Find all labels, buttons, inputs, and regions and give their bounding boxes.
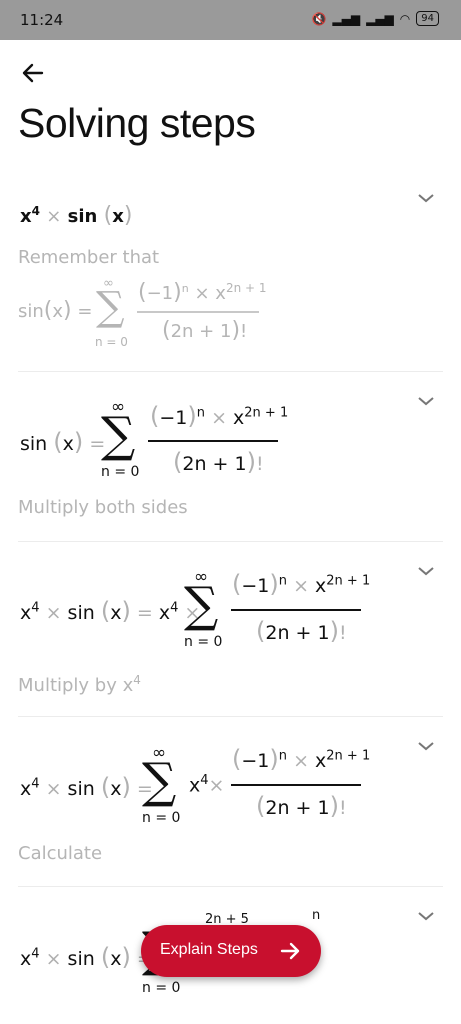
sum-lower-limit: n = 0: [142, 810, 181, 826]
sigma-icon: ∑: [101, 407, 136, 463]
step-1-expression: x4 × sin (x): [20, 203, 133, 228]
step-1-formula-lhs: sin(x) =: [18, 298, 93, 323]
step-2-denominator: (2n + 1)!: [173, 448, 264, 476]
arrow-right-icon: [280, 942, 300, 960]
sum-lower-limit: n = 0: [142, 980, 181, 996]
step-3-caption: Multiply by x4: [18, 673, 141, 696]
step-5-exponent-n: n: [312, 908, 321, 923]
explain-steps-label: Explain Steps: [160, 941, 258, 958]
step-3-numerator: (−1)n × x2n + 1: [232, 570, 371, 598]
back-arrow-icon[interactable]: [18, 58, 50, 88]
step-4-denominator: (2n + 1)!: [256, 792, 347, 820]
step-4-lhs: x4 × sin (x) =: [20, 773, 153, 801]
step-2-caption: Multiply both sides: [18, 497, 188, 518]
step-3-denominator: (2n + 1)!: [256, 617, 347, 645]
sigma-icon: ∑: [142, 753, 177, 809]
signal-icon: ▂▄▆: [332, 11, 361, 26]
sigma-icon: ∑: [184, 577, 219, 633]
page-title: Solving steps: [18, 100, 256, 146]
wifi-icon: ◠: [399, 11, 411, 26]
chevron-down-icon[interactable]: [417, 192, 435, 204]
sigma-icon: ∑: [96, 284, 125, 330]
step-4-numerator: (−1)n × x2n + 1: [232, 745, 371, 773]
chevron-down-icon[interactable]: [417, 910, 435, 922]
status-icons: 🔇 ▂▄▆ ▂▄▆ ◠ 94: [311, 11, 439, 26]
explain-steps-button[interactable]: Explain Steps: [141, 925, 321, 977]
status-bar: 11:24 🔇 ▂▄▆ ▂▄▆ ◠ 94: [0, 0, 461, 40]
status-time: 11:24: [20, 11, 64, 29]
chevron-down-icon[interactable]: [417, 565, 435, 577]
sum-lower-limit: n = 0: [184, 634, 223, 650]
step-5-lhs: x4 × sin (x) =: [20, 943, 153, 971]
chevron-down-icon[interactable]: [417, 395, 435, 407]
battery-icon: 94: [416, 11, 439, 26]
sum-lower-limit: n = 0: [101, 464, 140, 480]
step-1-numerator: (−1)n × x2n + 1: [138, 280, 267, 305]
step-4-x4: x4×: [189, 773, 225, 797]
step-4-caption: Calculate: [18, 843, 103, 864]
step-2-lhs: sin (x) =: [20, 428, 106, 456]
signal-icon-2: ▂▄▆: [366, 11, 394, 26]
step-3-expression: x4 × sin (x) = x4 ×: [20, 597, 201, 625]
chevron-down-icon[interactable]: [417, 740, 435, 752]
mute-icon: 🔇: [311, 11, 327, 26]
step-1-caption: Remember that: [18, 247, 160, 268]
step-1-denominator: (2n + 1)!: [162, 318, 248, 343]
step-2-numerator: (−1)n × x2n + 1: [150, 402, 289, 430]
sum-lower-limit: n = 0: [95, 335, 128, 349]
